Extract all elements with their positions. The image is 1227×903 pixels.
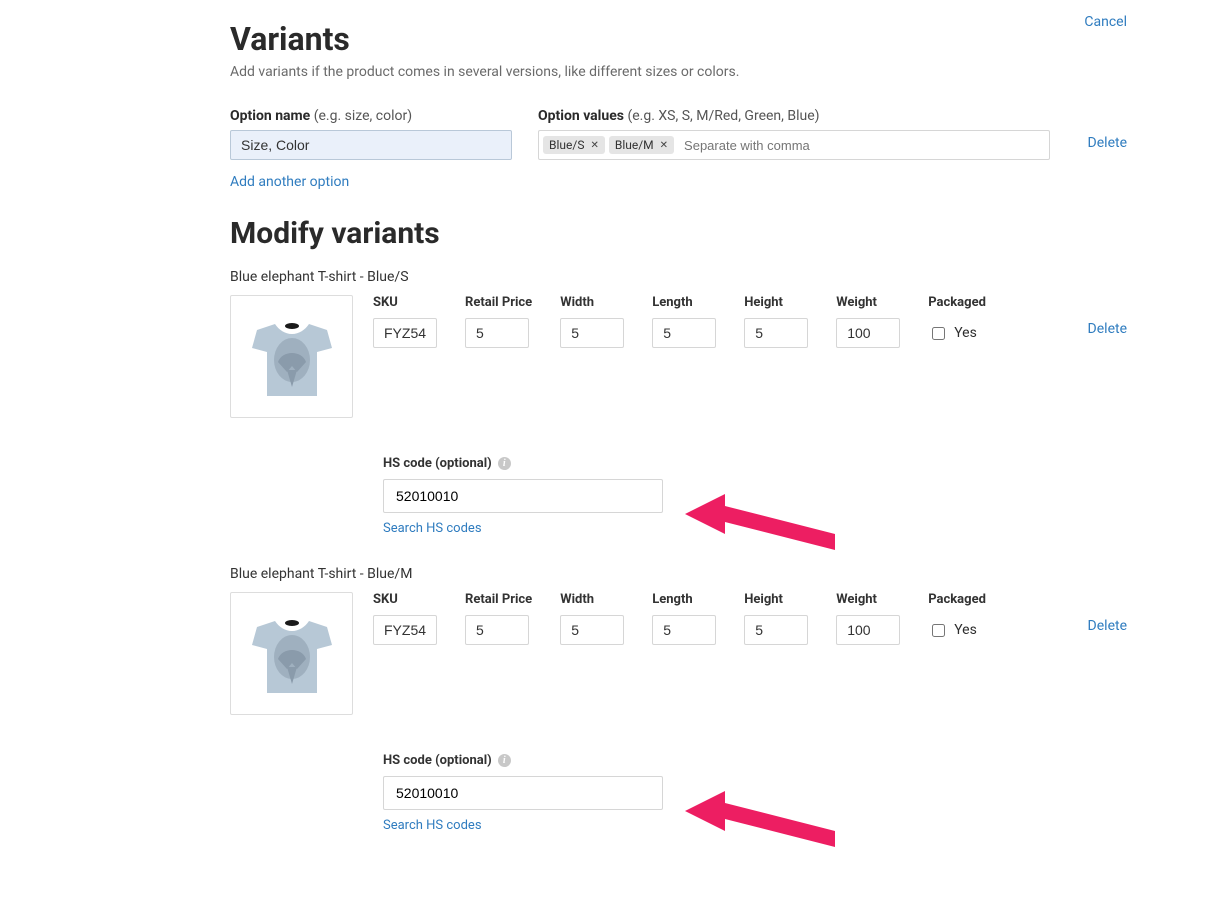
variant-thumbnail[interactable] [230, 592, 353, 715]
close-icon[interactable]: ✕ [660, 140, 668, 151]
sku-input[interactable] [373, 615, 437, 645]
option-values-group: Option values (e.g. XS, S, M/Red, Green,… [538, 108, 1050, 160]
tshirt-icon [237, 302, 347, 412]
option-tag[interactable]: Blue/M ✕ [609, 136, 674, 154]
retail-input[interactable] [465, 318, 529, 348]
variants-heading: Variants [230, 20, 1127, 58]
sku-input[interactable] [373, 318, 437, 348]
width-input[interactable] [560, 615, 624, 645]
option-name-label: Option name (e.g. size, color) [230, 108, 512, 124]
option-name-hint: (e.g. size, color) [314, 108, 412, 124]
width-input[interactable] [560, 318, 624, 348]
packaged-cell: Yes [928, 318, 986, 348]
col-retail-label: Retail Price [465, 295, 532, 310]
option-values-input[interactable]: Blue/S ✕ Blue/M ✕ [538, 130, 1050, 160]
hs-code-label-text: HS code (optional) [383, 753, 492, 768]
hs-code-input[interactable] [383, 479, 663, 513]
length-input[interactable] [652, 615, 716, 645]
hs-code-section: HS code (optional) i Search HS codes [383, 456, 1127, 536]
col-retail-label: Retail Price [465, 592, 532, 607]
option-name-group: Option name (e.g. size, color) [230, 108, 512, 160]
col-height-label: Height [744, 592, 808, 607]
search-hs-codes-link[interactable]: Search HS codes [383, 521, 1127, 536]
variant-columns: SKU Retail Price Width Length Height Wei… [373, 592, 1068, 645]
col-length-label: Length [652, 295, 716, 310]
packaged-yes-label: Yes [954, 622, 977, 638]
col-weight-label: Weight [836, 295, 900, 310]
variants-subtitle: Add variants if the product comes in sev… [230, 64, 1127, 80]
length-input[interactable] [652, 318, 716, 348]
option-tag-label: Blue/M [615, 138, 654, 152]
variant-block: Blue elephant T-shirt - Blue/M SKU Retai… [230, 566, 1127, 833]
col-packaged-label: Packaged [928, 592, 986, 607]
tshirt-icon [237, 599, 347, 709]
option-values-label-text: Option values [538, 108, 624, 124]
variant-block: Blue elephant T-shirt - Blue/S SKU Retai… [230, 269, 1127, 536]
variant-thumbnail[interactable] [230, 295, 353, 418]
info-icon[interactable]: i [498, 457, 511, 470]
delete-variant-link[interactable]: Delete [1088, 295, 1127, 337]
height-input[interactable] [744, 615, 808, 645]
delete-option-link[interactable]: Delete [1088, 117, 1127, 151]
hs-code-section: HS code (optional) i Search HS codes [383, 753, 1127, 833]
option-row: Option name (e.g. size, color) Option va… [230, 108, 1127, 160]
option-name-label-text: Option name [230, 108, 310, 124]
col-weight-label: Weight [836, 592, 900, 607]
col-packaged-label: Packaged [928, 295, 986, 310]
weight-input[interactable] [836, 615, 900, 645]
variant-row: SKU Retail Price Width Length Height Wei… [230, 295, 1127, 418]
col-width-label: Width [560, 295, 624, 310]
modify-variants-heading: Modify variants [230, 216, 1127, 251]
col-width-label: Width [560, 592, 624, 607]
hs-code-label: HS code (optional) i [383, 456, 1127, 471]
delete-variant-link[interactable]: Delete [1088, 592, 1127, 634]
packaged-yes-label: Yes [954, 325, 977, 341]
variant-title: Blue elephant T-shirt - Blue/S [230, 269, 1127, 285]
variant-columns: SKU Retail Price Width Length Height Wei… [373, 295, 1068, 348]
close-icon[interactable]: ✕ [590, 140, 598, 151]
packaged-checkbox[interactable] [932, 624, 945, 637]
col-height-label: Height [744, 295, 808, 310]
col-sku-label: SKU [373, 592, 437, 607]
hs-code-label: HS code (optional) i [383, 753, 1127, 768]
option-values-label: Option values (e.g. XS, S, M/Red, Green,… [538, 108, 1050, 124]
packaged-checkbox[interactable] [932, 327, 945, 340]
option-tag-label: Blue/S [549, 138, 584, 152]
hs-code-label-text: HS code (optional) [383, 456, 492, 471]
col-sku-label: SKU [373, 295, 437, 310]
search-hs-codes-link[interactable]: Search HS codes [383, 818, 1127, 833]
option-values-hint: (e.g. XS, S, M/Red, Green, Blue) [627, 108, 819, 124]
option-values-text-input[interactable] [678, 136, 1045, 155]
option-tag[interactable]: Blue/S ✕ [543, 136, 605, 154]
variant-title: Blue elephant T-shirt - Blue/M [230, 566, 1127, 582]
hs-code-input[interactable] [383, 776, 663, 810]
packaged-cell: Yes [928, 615, 986, 645]
info-icon[interactable]: i [498, 754, 511, 767]
retail-input[interactable] [465, 615, 529, 645]
add-option-link[interactable]: Add another option [230, 174, 1127, 190]
height-input[interactable] [744, 318, 808, 348]
variant-row: SKU Retail Price Width Length Height Wei… [230, 592, 1127, 715]
cancel-link[interactable]: Cancel [1084, 14, 1127, 30]
option-name-input[interactable] [230, 130, 512, 160]
col-length-label: Length [652, 592, 716, 607]
weight-input[interactable] [836, 318, 900, 348]
